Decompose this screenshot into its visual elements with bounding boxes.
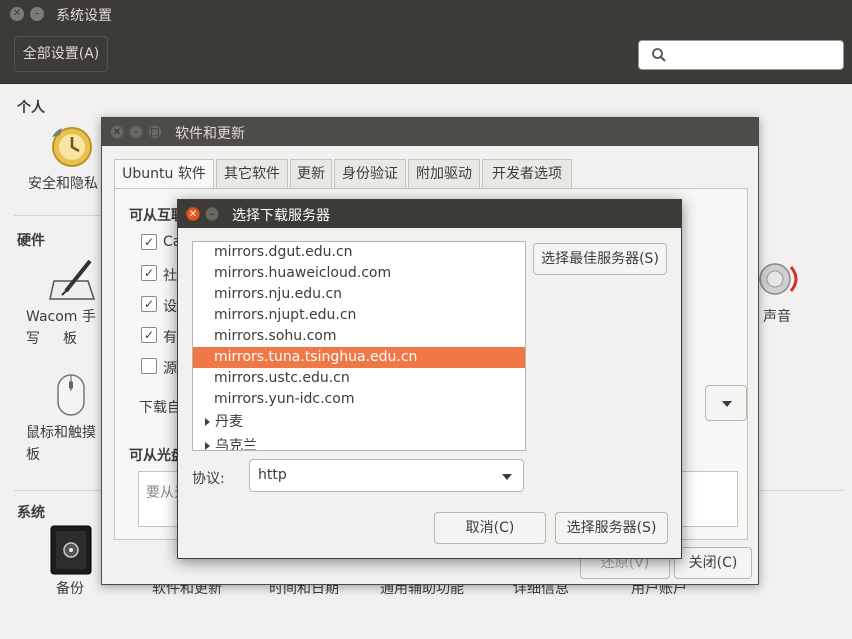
choose-server-titlebar: ✕ – 选择下载服务器 [178,200,681,228]
tab-ubuntu-software[interactable]: Ubuntu 软件 [114,159,214,190]
maximize-icon[interactable]: □ [148,125,162,139]
list-item[interactable]: mirrors.yun-idc.com [193,389,525,410]
tab-developer-options[interactable]: 开发者选项 [482,159,572,189]
protocol-label: 协议: [192,471,225,487]
chevron-down-icon [722,401,732,407]
mouse-icon[interactable] [56,373,86,417]
search-input[interactable] [675,46,835,66]
divider [14,215,104,216]
close-icon[interactable]: ✕ [110,125,124,139]
checkbox-community[interactable]: ✓ [141,265,157,281]
country-label: 乌克兰 [215,438,257,451]
checkbox-label: 社 [163,268,177,284]
section-hardware: 硬件 [17,233,45,249]
list-item[interactable]: mirrors.njupt.edu.cn [193,305,525,326]
checkbox-label: 源 [163,361,177,377]
sound-icon[interactable] [757,259,805,299]
all-settings-button[interactable]: 全部设置(A) [14,36,108,72]
minimize-icon[interactable]: – [30,7,44,21]
protocol-value: http [258,467,287,483]
wacom-label-2[interactable]: 板 [63,328,83,350]
download-server-combo[interactable] [705,385,747,421]
tab-other-software[interactable]: 其它软件 [216,159,288,189]
cancel-button[interactable]: 取消(C) [434,512,546,544]
country-label: 丹麦 [215,414,243,430]
backup-label[interactable]: 备份 [56,578,96,600]
sound-label[interactable]: 声音 [763,306,803,328]
choose-server-button[interactable]: 选择服务器(S) [555,512,668,544]
checkbox-label: 有 [163,330,177,346]
system-settings-toolbar: 全部设置(A) [0,28,852,84]
protocol-select[interactable]: http [249,459,524,492]
software-updates-titlebar: ✕ – □ 软件和更新 [102,118,758,146]
section-personal: 个人 [17,100,45,116]
system-settings-titlebar: ✕ – 系统设置 [0,0,852,28]
expander-icon [205,442,210,450]
select-best-server-button[interactable]: 选择最佳服务器(S) [533,243,667,275]
list-item[interactable]: mirrors.sohu.com [193,326,525,347]
wacom-tablet-icon[interactable] [48,257,98,303]
chevron-down-icon [502,474,512,480]
security-privacy-icon[interactable] [48,123,94,169]
list-item[interactable]: mirrors.huaweicloud.com [193,263,525,284]
mouse-touchpad-label[interactable]: 鼠标和触摸板 [26,422,106,466]
server-list[interactable]: mirrors.dgut.edu.cn mirrors.huaweicloud.… [192,241,526,451]
search-icon [652,48,666,62]
checkbox-canonical[interactable]: ✓ [141,234,157,250]
country-row[interactable]: 乌克兰 [193,436,525,451]
list-item[interactable]: mirrors.ustc.edu.cn [193,368,525,389]
expander-icon [205,418,210,426]
backup-safe-icon[interactable] [50,525,92,575]
list-item-selected[interactable]: mirrors.tuna.tsinghua.edu.cn [193,347,525,368]
tab-updates[interactable]: 更新 [290,159,332,189]
search-box[interactable] [638,40,844,70]
checkbox-restricted[interactable]: ✓ [141,327,157,343]
list-item[interactable]: mirrors.nju.edu.cn [193,284,525,305]
minimize-icon[interactable]: – [129,125,143,139]
close-icon[interactable]: ✕ [186,207,200,221]
minimize-icon[interactable]: – [205,207,219,221]
tab-authentication[interactable]: 身份验证 [334,159,406,189]
security-privacy-label[interactable]: 安全和隐私 [28,173,108,195]
section-system: 系统 [17,505,45,521]
choose-server-dialog: ✕ – 选择下载服务器 mirrors.dgut.edu.cn mirrors.… [177,199,682,559]
dialog-title: 选择下载服务器 [232,208,330,224]
country-row[interactable]: 丹麦 [193,412,525,433]
checkbox-drivers[interactable]: ✓ [141,296,157,312]
tab-additional-drivers[interactable]: 附加驱动 [408,159,480,189]
close-button[interactable]: 关闭(C) [674,547,752,579]
window-title: 系统设置 [56,8,112,24]
close-icon[interactable]: ✕ [10,7,24,21]
checkbox-source-code[interactable] [141,358,157,374]
list-item[interactable]: mirrors.dgut.edu.cn [193,242,525,263]
window-title: 软件和更新 [175,126,245,142]
checkbox-label: 设 [163,299,177,315]
download-from-label: 下载自 [139,400,181,416]
